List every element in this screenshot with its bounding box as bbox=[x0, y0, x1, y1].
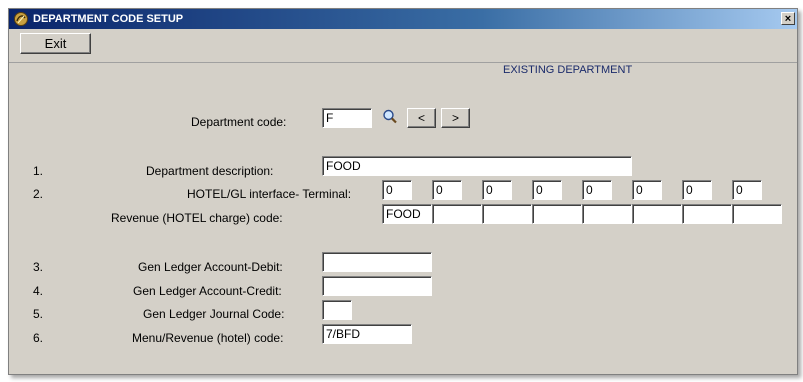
previous-record-button[interactable]: < bbox=[407, 108, 436, 128]
department-code-input[interactable]: F bbox=[322, 108, 372, 128]
exit-button[interactable]: Exit bbox=[20, 33, 91, 54]
terminal-input-5[interactable]: 0 bbox=[582, 180, 612, 200]
row-number-3: 3. bbox=[33, 260, 44, 274]
revenue-code-input-5[interactable] bbox=[582, 204, 632, 224]
revenue-code-input-2[interactable] bbox=[432, 204, 482, 224]
menu-revenue-code-label: Menu/Revenue (hotel) code: bbox=[132, 331, 284, 345]
gl-credit-input[interactable] bbox=[322, 276, 432, 296]
department-description-label: Department description: bbox=[146, 164, 274, 178]
gl-journal-code-input[interactable] bbox=[322, 300, 352, 320]
terminal-input-1[interactable]: 0 bbox=[382, 180, 412, 200]
terminal-input-8[interactable]: 0 bbox=[732, 180, 762, 200]
terminal-input-6[interactable]: 0 bbox=[632, 180, 662, 200]
revenue-code-input-8[interactable] bbox=[732, 204, 782, 224]
row-number-5: 5. bbox=[33, 307, 44, 321]
gl-debit-label: Gen Ledger Account-Debit: bbox=[138, 260, 283, 274]
gl-debit-input[interactable] bbox=[322, 252, 432, 272]
toolbar: Exit bbox=[9, 29, 797, 63]
gl-credit-label: Gen Ledger Account-Credit: bbox=[133, 284, 282, 298]
terminal-input-7[interactable]: 0 bbox=[682, 180, 712, 200]
terminal-input-2[interactable]: 0 bbox=[432, 180, 462, 200]
department-code-label: Department code: bbox=[191, 115, 287, 129]
revenue-code-input-3[interactable] bbox=[482, 204, 532, 224]
revenue-code-input-6[interactable] bbox=[632, 204, 682, 224]
window-title: DEPARTMENT CODE SETUP bbox=[33, 13, 184, 25]
record-status-label: EXISTING DEPARTMENT bbox=[503, 64, 633, 76]
app-logo-icon bbox=[14, 12, 28, 26]
revenue-code-input-7[interactable] bbox=[682, 204, 732, 224]
next-record-button[interactable]: > bbox=[441, 108, 470, 128]
row-number-6: 6. bbox=[33, 331, 44, 345]
row-number-4: 4. bbox=[33, 284, 44, 298]
search-icon[interactable] bbox=[381, 108, 399, 126]
terminal-input-4[interactable]: 0 bbox=[532, 180, 562, 200]
gl-journal-code-label: Gen Ledger Journal Code: bbox=[143, 307, 285, 321]
row-number-1: 1. bbox=[33, 164, 44, 178]
row-number-2: 2. bbox=[33, 187, 44, 201]
revenue-code-input-1[interactable]: FOOD bbox=[382, 204, 432, 224]
terminal-input-3[interactable]: 0 bbox=[482, 180, 512, 200]
menu-revenue-code-input[interactable]: 7/BFD bbox=[322, 324, 412, 344]
department-code-setup-window: DEPARTMENT CODE SETUP × Exit EXISTING DE… bbox=[8, 8, 798, 375]
department-description-input[interactable]: FOOD bbox=[322, 156, 632, 176]
revenue-code-label: Revenue (HOTEL charge) code: bbox=[111, 211, 283, 225]
revenue-code-input-4[interactable] bbox=[532, 204, 582, 224]
close-button[interactable]: × bbox=[781, 12, 795, 25]
terminal-interface-label: HOTEL/GL interface- Terminal: bbox=[187, 187, 352, 201]
title-bar[interactable]: DEPARTMENT CODE SETUP × bbox=[9, 9, 797, 29]
